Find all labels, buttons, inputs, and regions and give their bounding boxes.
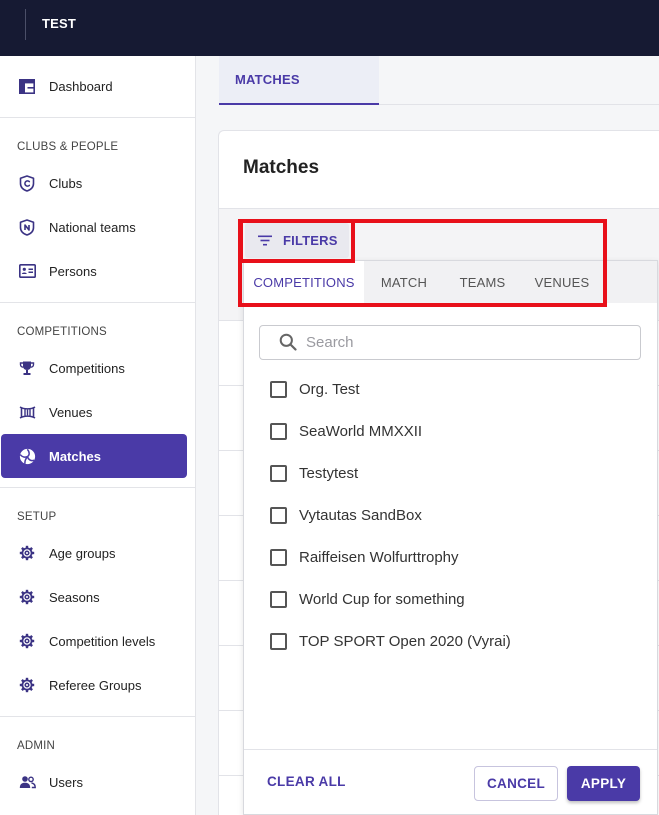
tab-matches[interactable]: MATCHES <box>219 56 379 105</box>
filters-button[interactable]: FILTERS <box>245 223 349 258</box>
sidebar-item-label: Persons <box>49 263 97 279</box>
volleyball-icon <box>18 447 36 465</box>
sidebar-item-label: Competition levels <box>49 633 156 649</box>
filter-tab-venues[interactable]: VENUES <box>521 261 603 303</box>
sidebar-item-competition-levels[interactable]: Competition levels <box>0 619 195 663</box>
checkbox[interactable] <box>270 506 287 524</box>
gear-icon <box>18 676 36 694</box>
sidebar-section-competitions: COMPETITIONS <box>17 326 107 338</box>
sidebar-item-label: Clubs <box>49 175 83 191</box>
option-world-cup-for-something[interactable]: World Cup for something <box>244 578 657 620</box>
checkbox[interactable] <box>270 380 287 398</box>
sidebar-item-age-groups[interactable]: Age groups <box>0 531 195 575</box>
checkbox[interactable] <box>270 422 287 440</box>
trophy-icon <box>18 359 36 377</box>
checkbox[interactable] <box>270 464 287 482</box>
option-seaworld-mmxxii[interactable]: SeaWorld MMXXII <box>244 410 657 452</box>
national-teams-shield-icon <box>18 218 36 236</box>
option-label: Raiffeisen Wolfurttrophy <box>299 548 459 566</box>
sidebar-item-label: Users <box>49 774 83 790</box>
sidebar-item-label: National teams <box>49 219 136 235</box>
sidebar-section-clubs-people: CLUBS & PEOPLE <box>17 141 119 153</box>
filters-button-label: FILTERS <box>283 233 338 248</box>
cancel-button[interactable]: CANCEL <box>474 766 558 801</box>
sidebar-item-referee-groups[interactable]: Referee Groups <box>0 663 195 707</box>
filter-tabs: COMPETITIONS MATCH TEAMS VENUES <box>244 261 657 303</box>
sidebar-item-label: Referee Groups <box>49 677 142 693</box>
filter-tab-teams[interactable]: TEAMS <box>444 261 521 303</box>
search-field[interactable] <box>259 325 641 360</box>
sidebar-item-label: Seasons <box>49 589 100 605</box>
option-label: Testytest <box>299 464 359 482</box>
option-label: Vytautas SandBox <box>299 506 422 524</box>
search-input[interactable] <box>306 326 636 359</box>
sidebar-section-setup: SETUP <box>17 511 57 523</box>
sidebar: Dashboard CLUBS & PEOPLE Clubs National … <box>0 56 196 815</box>
filter-tab-match[interactable]: MATCH <box>364 261 444 303</box>
sidebar-item-persons[interactable]: Persons <box>0 249 195 293</box>
sidebar-item-competitions[interactable]: Competitions <box>0 346 195 390</box>
sidebar-item-label: Competitions <box>49 360 125 376</box>
option-top-sport-open-2020[interactable]: TOP SPORT Open 2020 (Vyrai) <box>244 620 657 662</box>
search-icon <box>279 333 297 351</box>
option-raiffeisen-wolfurttrophy[interactable]: Raiffeisen Wolfurttrophy <box>244 536 657 578</box>
option-label: Org. Test <box>299 380 360 398</box>
checkbox[interactable] <box>270 590 287 608</box>
tab-bar-divider <box>379 104 659 105</box>
filter-icon <box>258 235 272 246</box>
sidebar-item-clubs[interactable]: Clubs <box>0 161 195 205</box>
gear-icon <box>18 544 36 562</box>
sidebar-item-label: Venues <box>49 404 93 420</box>
checkbox[interactable] <box>270 548 287 566</box>
checkbox[interactable] <box>270 632 287 650</box>
sidebar-item-users[interactable]: Users <box>0 760 195 804</box>
apply-button[interactable]: APPLY <box>567 766 640 801</box>
option-label: SeaWorld MMXXII <box>299 422 423 440</box>
top-bar-separator <box>25 9 26 40</box>
sidebar-item-national-teams[interactable]: National teams <box>0 205 195 249</box>
sidebar-section-admin: ADMIN <box>17 740 56 752</box>
sidebar-item-label: Matches <box>49 448 102 464</box>
users-icon <box>18 773 36 791</box>
option-label: World Cup for something <box>299 590 465 608</box>
option-org-test[interactable]: Org. Test <box>244 368 657 410</box>
filter-footer-divider <box>244 749 657 750</box>
sidebar-item-label: Age groups <box>49 545 116 561</box>
sidebar-item-label: Dashboard <box>49 78 113 94</box>
sidebar-item-venues[interactable]: Venues <box>0 390 195 434</box>
sidebar-item-matches[interactable]: Matches <box>1 434 187 478</box>
filter-panel: COMPETITIONS MATCH TEAMS VENUES Org. Tes… <box>243 260 658 815</box>
gear-icon <box>18 632 36 650</box>
option-label: TOP SPORT Open 2020 (Vyrai) <box>299 632 511 650</box>
option-testytest[interactable]: Testytest <box>244 452 657 494</box>
sidebar-item-dashboard[interactable]: Dashboard <box>0 64 195 108</box>
option-vytautas-sandbox[interactable]: Vytautas SandBox <box>244 494 657 536</box>
clear-all-button[interactable]: CLEAR ALL <box>267 773 346 791</box>
page-title: Matches <box>243 157 320 178</box>
app-title[interactable]: TEST <box>42 16 76 32</box>
clubs-shield-icon <box>18 174 36 192</box>
id-card-icon <box>18 262 36 280</box>
filter-tab-competitions[interactable]: COMPETITIONS <box>244 261 364 303</box>
top-bar: TEST <box>0 0 659 56</box>
sidebar-item-seasons[interactable]: Seasons <box>0 575 195 619</box>
dashboard-icon <box>18 77 36 95</box>
stadium-icon <box>18 403 36 421</box>
gear-icon <box>18 588 36 606</box>
